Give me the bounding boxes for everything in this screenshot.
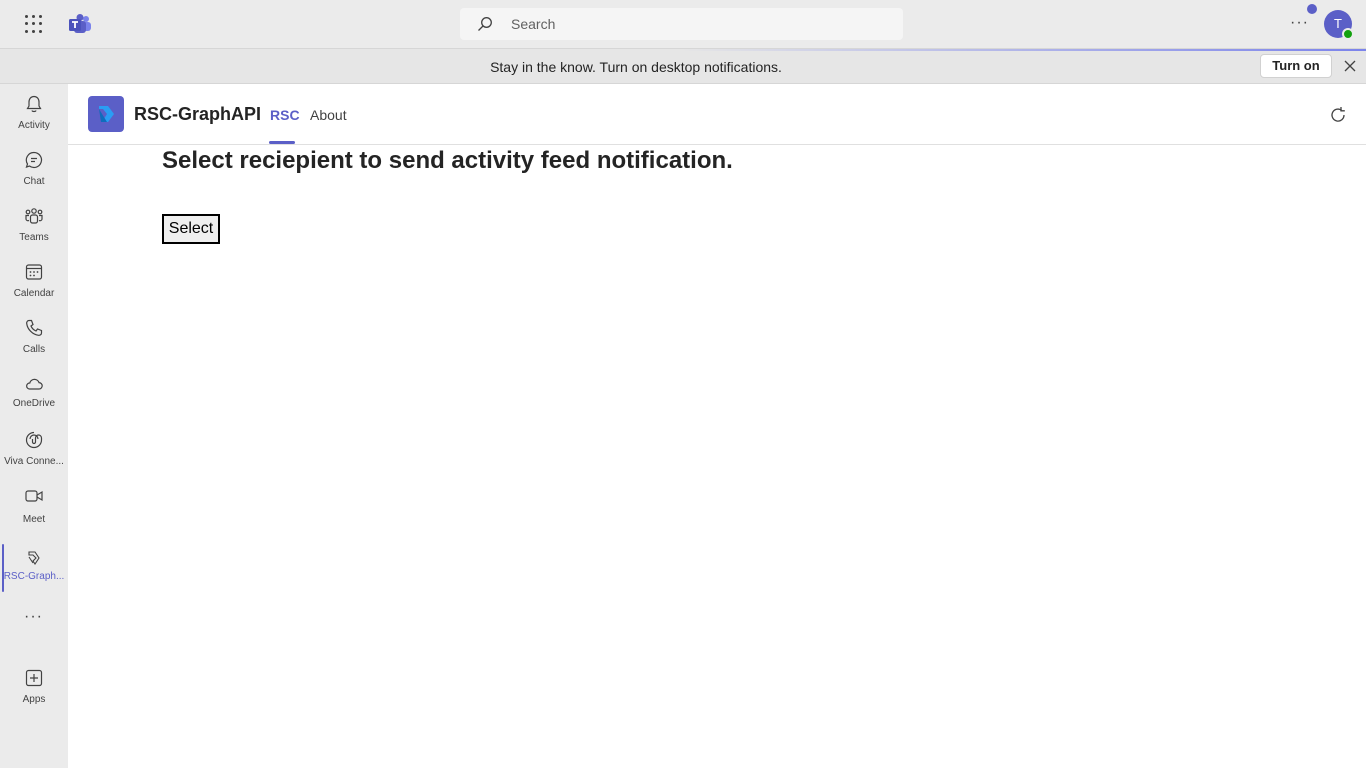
rail-item-calls[interactable]: Calls [0,308,68,364]
rail-label: RSC-Graph... [3,571,65,582]
rail-item-activity[interactable]: Activity [0,84,68,140]
rail-label: Calendar [13,288,55,299]
rsc-logo-icon [99,106,114,122]
rail-item-chat[interactable]: Chat [0,140,68,196]
search-placeholder: Search [511,16,556,32]
active-indicator [2,544,4,592]
avatar[interactable]: T [1324,10,1354,40]
tab-content: Select reciepient to send activity feed … [68,145,1366,768]
notification-banner: Stay in the know. Turn on desktop notifi… [0,48,1366,84]
banner-accent-line [680,49,1366,51]
rail-item-meet[interactable]: Meet [0,476,68,532]
rail-item-onedrive[interactable]: OneDrive [0,364,68,420]
presence-available-icon [1342,28,1354,40]
tab-rsc[interactable]: RSC [270,107,300,123]
app-bar: Activity Chat Teams Calendar Calls OneDr… [0,84,68,768]
more-options-icon[interactable]: ··· [1290,12,1310,36]
top-bar: Search ··· T [0,0,1366,48]
app-header: RSC-GraphAPI RSC About [68,84,1366,145]
rail-label: Apps [22,694,46,705]
refresh-icon[interactable] [1328,105,1348,125]
phone-icon [26,319,43,336]
select-button[interactable]: Select [162,214,220,244]
rail-item-rsc-graphapi[interactable]: RSC-Graph... [0,534,68,592]
more-apps-icon[interactable]: ··· [24,609,44,630]
app-title: RSC-GraphAPI [134,104,262,124]
notification-dot [1307,4,1317,14]
rail-item-teams[interactable]: Teams [0,196,68,252]
page-heading: Select reciepient to send activity feed … [162,147,733,174]
rail-label: Chat [23,176,45,187]
teams-logo-icon [69,14,91,33]
cloud-icon [26,378,43,390]
rail-label: Viva Conne... [4,456,64,467]
bell-icon [26,95,42,113]
rsc-app-icon [28,551,40,565]
rail-label: Teams [19,232,49,243]
search-icon [478,17,492,31]
turn-on-button[interactable]: Turn on [1260,54,1332,78]
tab-active-underline [269,141,295,144]
rail-label: Activity [18,120,50,131]
rail-label: Calls [22,344,46,355]
close-icon[interactable] [1342,58,1358,74]
main-panel: RSC-GraphAPI RSC About Select reciepient… [68,84,1366,768]
rail-item-calendar[interactable]: Calendar [0,252,68,308]
app-logo [88,96,124,132]
teams-icon [25,208,43,224]
app-launcher-icon[interactable] [22,12,46,36]
rail-label: Meet [22,514,46,525]
video-icon [25,490,43,502]
tab-about[interactable]: About [310,107,347,123]
banner-text: Stay in the know. Turn on desktop notifi… [490,59,782,75]
add-apps-icon [25,669,43,687]
rail-item-viva-connections[interactable]: Viva Conne... [0,420,68,476]
rail-item-apps[interactable]: Apps [0,658,68,714]
calendar-icon [25,264,43,280]
rail-label: OneDrive [12,398,56,409]
viva-connections-icon [25,431,43,449]
chat-icon [25,151,43,169]
search-input[interactable]: Search [460,8,903,40]
